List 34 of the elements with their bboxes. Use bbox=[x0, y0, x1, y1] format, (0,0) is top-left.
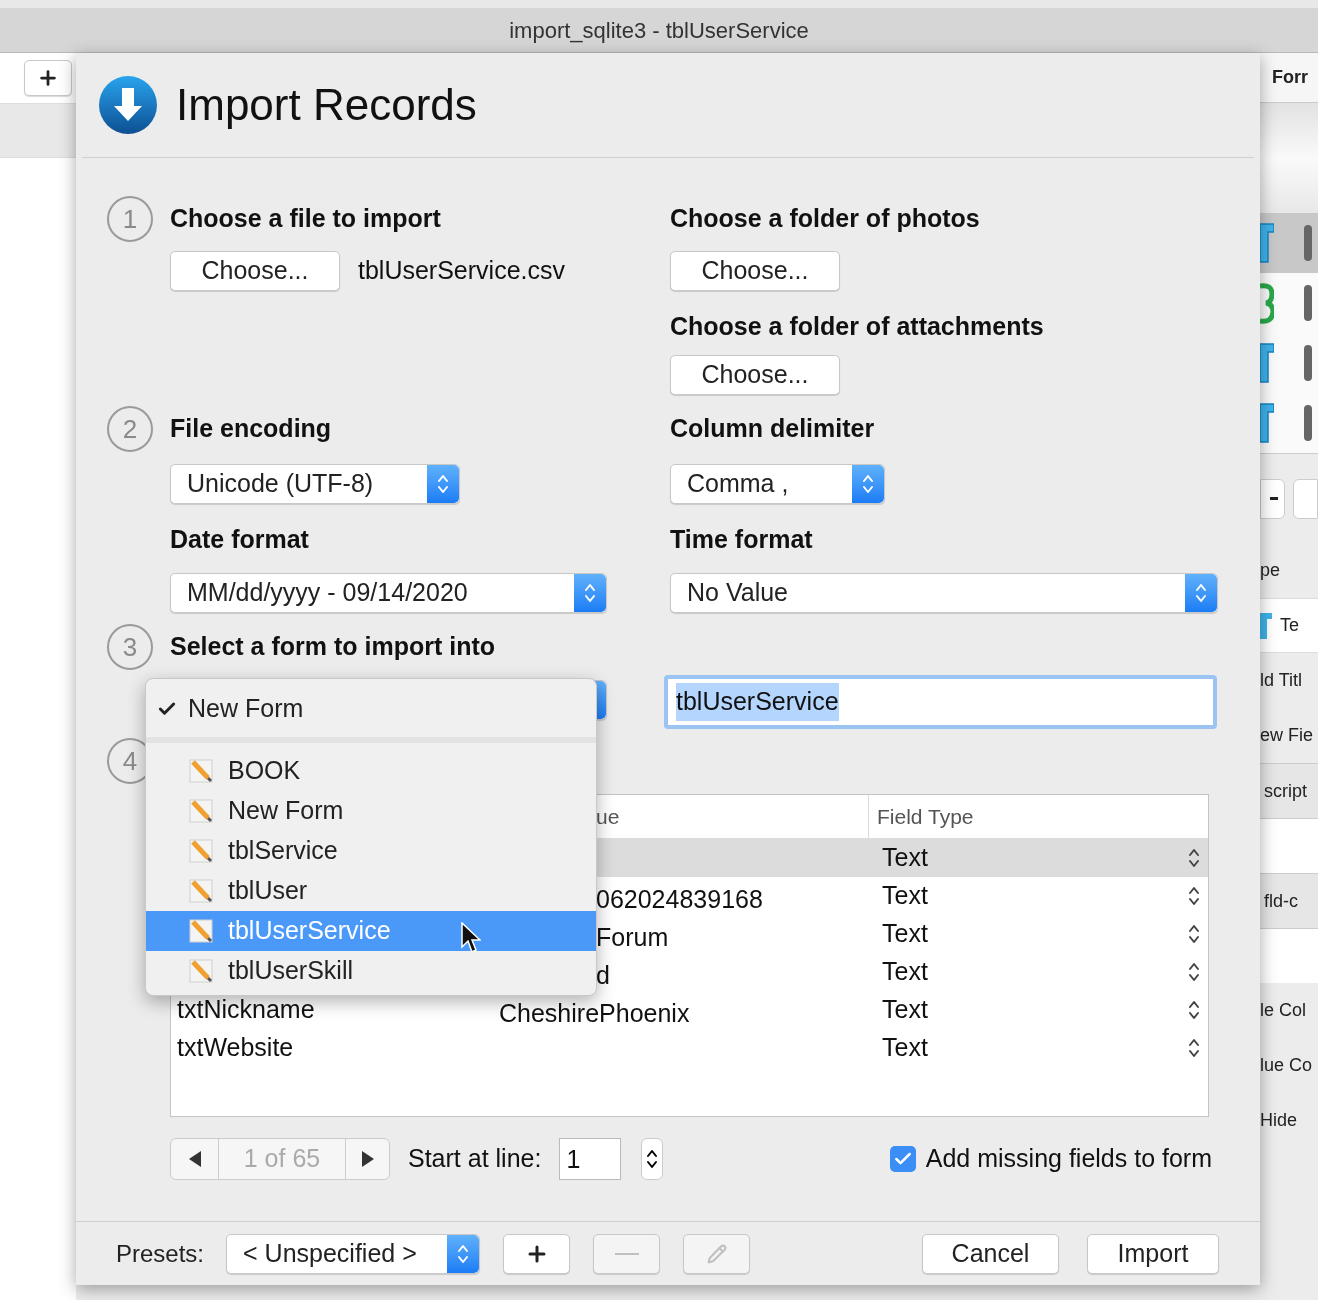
table-cell: txtNickname bbox=[177, 995, 315, 1024]
section-heading: Column delimiter bbox=[670, 413, 876, 445]
section-heading: Choose a folder of attachments bbox=[670, 311, 1045, 343]
step-number: 1 bbox=[107, 196, 153, 242]
step-number: 3 bbox=[107, 624, 153, 670]
presets-label: Presets: bbox=[116, 1238, 205, 1269]
section-heading: File encoding bbox=[170, 413, 333, 445]
panel-label: pe bbox=[1260, 559, 1281, 582]
section-heading: Time format bbox=[670, 524, 814, 556]
step-number: 2 bbox=[107, 406, 153, 452]
panel-heading: Forr bbox=[1272, 66, 1308, 89]
section-heading: Choose a file to import bbox=[170, 203, 442, 235]
table-cell: 062024839168 bbox=[596, 885, 763, 913]
panel-label: Te bbox=[1280, 614, 1299, 637]
table-cell: CheshirePhoenix bbox=[499, 999, 690, 1027]
checkbox-label: Add missing fields to form bbox=[925, 1143, 1212, 1175]
panel-label: lue Co bbox=[1260, 1054, 1313, 1077]
panel-label: ld Titl bbox=[1260, 669, 1302, 692]
window-title: import_sqlite3 - tblUserService bbox=[509, 16, 809, 45]
start-line-label: Start at line: bbox=[408, 1143, 542, 1175]
table-cell: Forum bbox=[596, 923, 669, 951]
panel-label: fld-c bbox=[1264, 889, 1298, 913]
panel-label: Hide bbox=[1260, 1109, 1298, 1132]
panel-label: le Col bbox=[1260, 999, 1307, 1022]
panel-label: script bbox=[1264, 779, 1307, 803]
section-heading: Select a form to import into bbox=[170, 631, 497, 663]
section-heading: Choose a folder of photos bbox=[670, 203, 981, 235]
section-heading: Date format bbox=[170, 524, 310, 556]
table-cell: d bbox=[596, 961, 610, 989]
dialog-title: Import Records bbox=[176, 79, 477, 131]
panel-label: ew Fie bbox=[1260, 724, 1313, 747]
table-cell: txtWebsite bbox=[177, 1033, 294, 1062]
page-indicator: 1 of 65 bbox=[242, 1143, 322, 1175]
file-name: tblUserService.csv bbox=[358, 255, 565, 287]
